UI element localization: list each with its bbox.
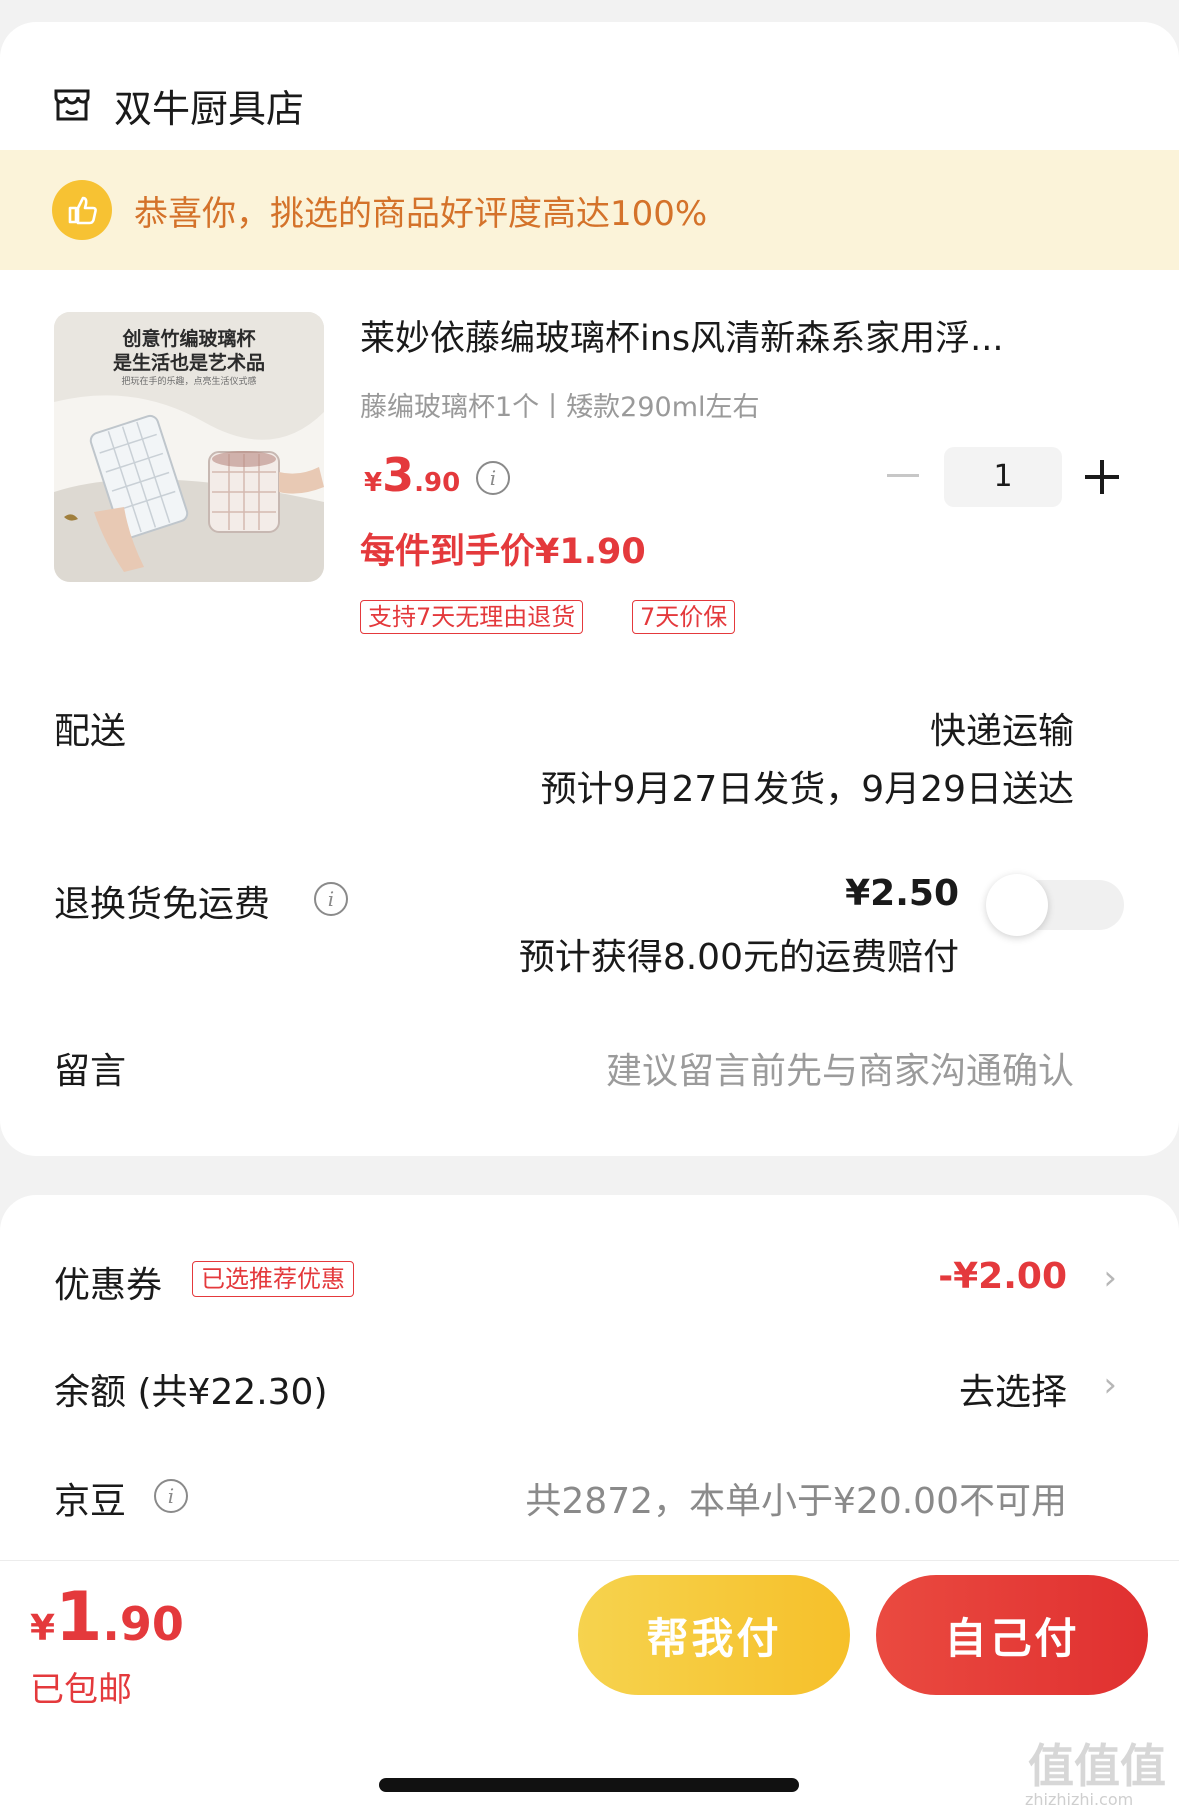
coupon-label: 优惠券 bbox=[54, 1265, 163, 1306]
product-price: ¥ 3 .90 bbox=[364, 448, 460, 512]
price-integer: 3 bbox=[382, 448, 415, 502]
self-pay-button[interactable]: 自己付 bbox=[876, 1575, 1148, 1695]
tag-return-7days: 支持7天无理由退货 bbox=[360, 600, 584, 634]
help-pay-button[interactable]: 帮我付 bbox=[578, 1575, 850, 1695]
product-image-caption-2: 是生活也是艺术品 bbox=[112, 352, 265, 374]
store-header[interactable]: 双牛厨具店 bbox=[52, 60, 304, 150]
delivery-estimate[interactable]: 预计9月27日发货，9月29日送达 bbox=[541, 760, 1074, 812]
each-price: 每件到手价¥1.90 bbox=[360, 532, 646, 572]
thumbs-up-icon bbox=[52, 180, 112, 240]
coupon-tag: 已选推荐优惠 bbox=[192, 1261, 354, 1297]
store-icon bbox=[54, 89, 90, 121]
balance-label: 余额 (共¥22.30) bbox=[54, 1372, 328, 1413]
free-shipping-label: 已包邮 bbox=[30, 1670, 132, 1710]
delivery-method[interactable]: 快递运输 bbox=[930, 702, 1074, 754]
jingdou-info-icon[interactable]: i bbox=[154, 1479, 188, 1513]
total-decimal: .90 bbox=[102, 1597, 184, 1651]
return-shipping-info-icon[interactable]: i bbox=[314, 882, 348, 916]
watermark-domain: zhizhizhi.com bbox=[1025, 1790, 1134, 1809]
product-image[interactable]: 创意竹编玻璃杯 是生活也是艺术品 把玩在手的乐趣，点亮生活仪式感 bbox=[54, 312, 324, 582]
quantity-increase-button[interactable] bbox=[1085, 460, 1119, 494]
return-shipping-toggle[interactable] bbox=[986, 874, 1124, 936]
store-name[interactable]: 双牛厨具店 bbox=[114, 78, 304, 133]
price-decimal: .90 bbox=[414, 468, 461, 498]
price-symbol: ¥ bbox=[364, 468, 383, 498]
product-spec[interactable]: 藤编玻璃杯1个丨矮款290ml左右 bbox=[360, 385, 760, 424]
jingdou-value: 共2872，本单小于¥20.00不可用 bbox=[525, 1481, 1067, 1522]
delivery-label: 配送 bbox=[54, 711, 127, 752]
home-area bbox=[0, 1710, 1179, 1817]
return-shipping-price: ¥2.50 bbox=[845, 873, 959, 914]
message-label: 留言 bbox=[54, 1051, 127, 1092]
balance-action[interactable]: 去选择 bbox=[959, 1363, 1067, 1415]
return-shipping-desc: 预计获得8.00元的运费赔付 bbox=[518, 937, 959, 978]
product-title[interactable]: 莱妙依藤编玻璃杯ins风清新森系家用浮... bbox=[360, 310, 1100, 361]
total-symbol: ¥ bbox=[30, 1608, 56, 1649]
rating-banner: 恭喜你，挑选的商品好评度高达100% bbox=[0, 150, 1179, 270]
message-input[interactable]: 建议留言前先与商家沟通确认 bbox=[606, 1042, 1074, 1094]
product-image-caption-3: 把玩在手的乐趣，点亮生活仪式感 bbox=[121, 377, 257, 387]
balance-chevron-icon[interactable]: › bbox=[1103, 1365, 1117, 1405]
return-shipping-label: 退换货免运费 bbox=[54, 884, 271, 925]
total-price: ¥ 1 .90 bbox=[30, 1578, 184, 1657]
product-image-caption-1: 创意竹编玻璃杯 bbox=[122, 328, 256, 350]
coupon-value[interactable]: -¥2.00 bbox=[938, 1256, 1067, 1297]
home-indicator[interactable] bbox=[379, 1778, 799, 1792]
quantity-decrease-button[interactable] bbox=[887, 474, 919, 477]
jingdou-label: 京豆 bbox=[54, 1481, 127, 1522]
total-integer: 1 bbox=[55, 1578, 103, 1657]
tag-price-protect: 7天价保 bbox=[632, 600, 736, 634]
banner-text: 恭喜你，挑选的商品好评度高达100% bbox=[134, 193, 708, 234]
toggle-knob bbox=[986, 874, 1048, 936]
quantity-input[interactable]: 1 bbox=[944, 447, 1062, 507]
price-info-icon[interactable]: i bbox=[476, 461, 510, 495]
coupon-chevron-icon[interactable]: › bbox=[1103, 1258, 1117, 1298]
watermark: 值值值 bbox=[1028, 1739, 1166, 1793]
